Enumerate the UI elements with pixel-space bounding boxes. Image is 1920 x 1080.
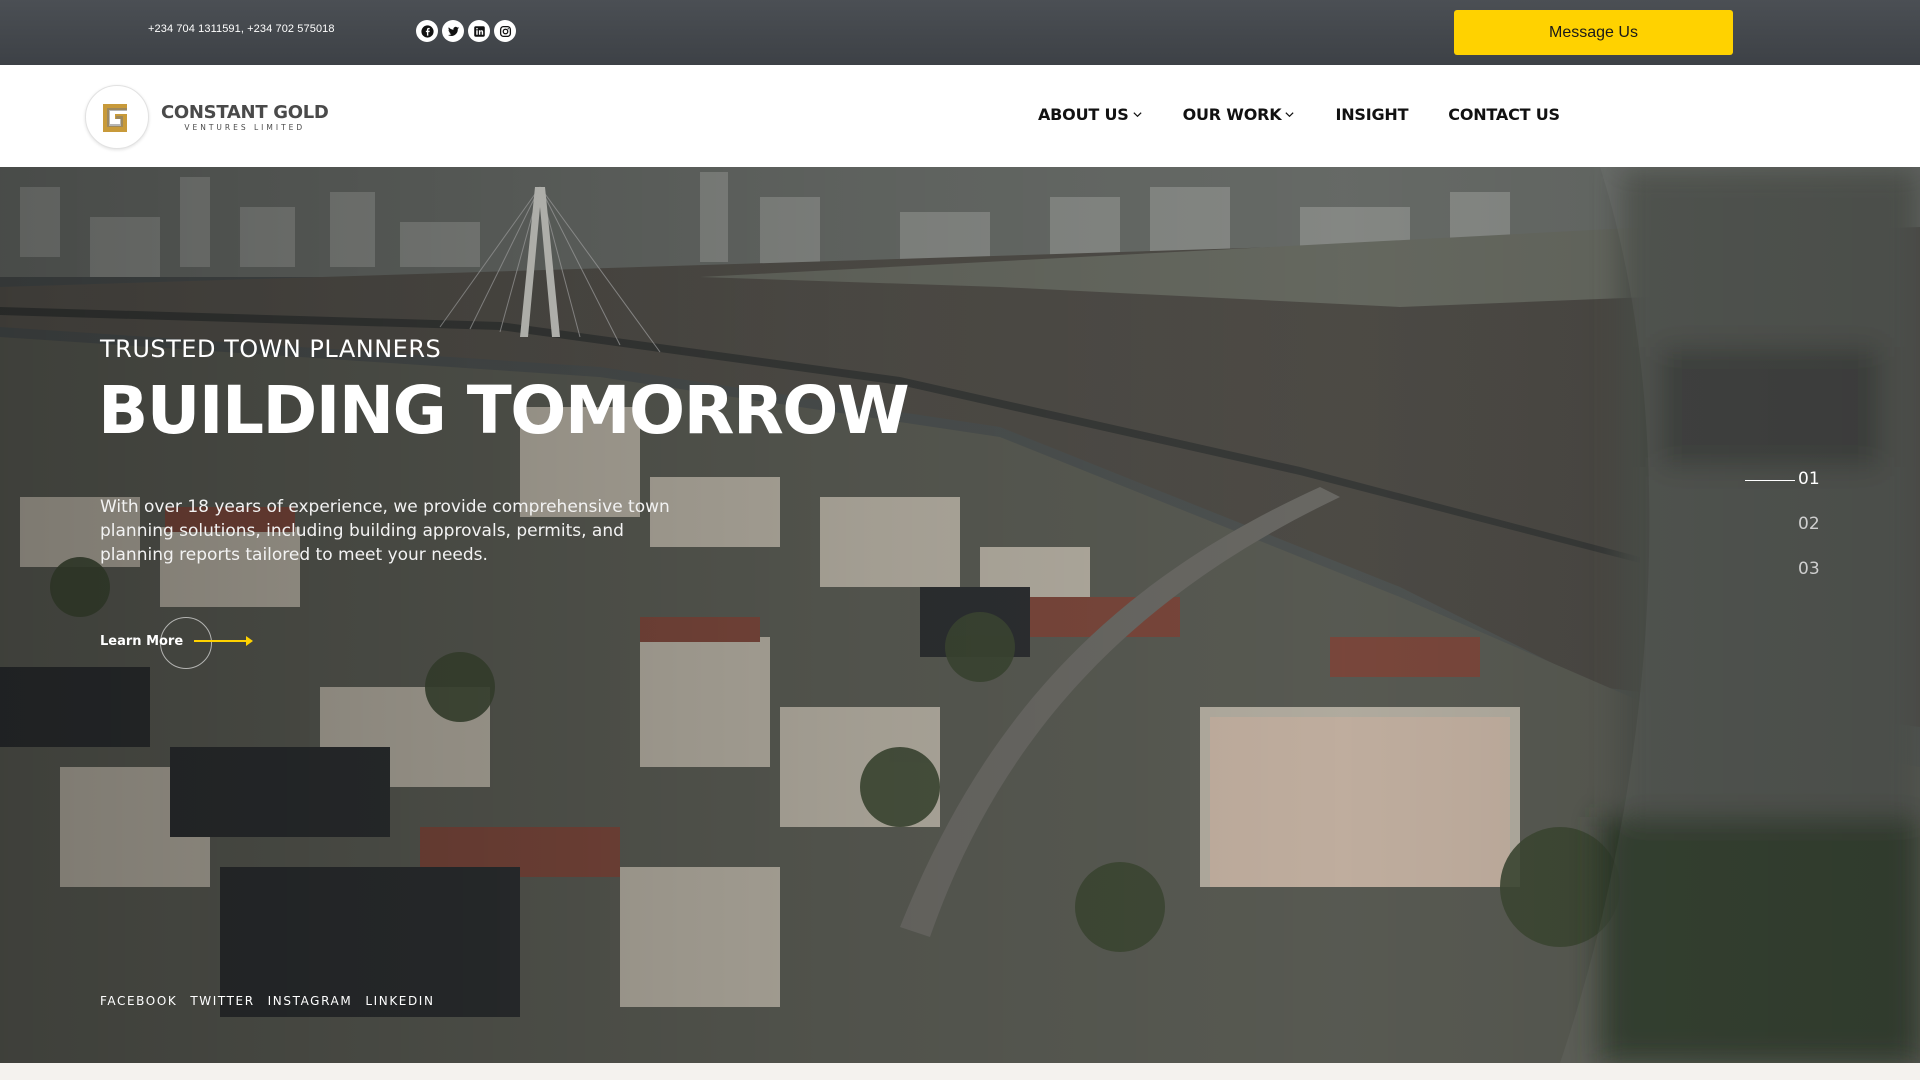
social-link-twitter[interactable]: TWITTER [190, 994, 254, 1008]
twitter-icon[interactable] [442, 20, 464, 42]
phone-numbers: +234 704 1311591, +234 702 575018 [148, 23, 335, 35]
hero-overlay [0, 167, 1920, 1063]
facebook-icon[interactable] [416, 20, 438, 42]
hero-description: With over 18 years of experience, we pro… [100, 497, 670, 565]
nav-item-label: CONTACT US [1448, 105, 1560, 124]
brand-logo[interactable]: CONSTANT GOLD VENTURES LIMITED [85, 85, 329, 149]
social-link-instagram[interactable]: INSTAGRAM [268, 994, 353, 1008]
chevron-down-icon [1132, 112, 1142, 118]
hero-social-links: FACEBOOK TWITTER INSTAGRAM LINKEDIN [100, 994, 448, 1008]
learn-more-button[interactable]: Learn More [100, 617, 260, 669]
main-navbar: CONSTANT GOLD VENTURES LIMITED ABOUT US … [0, 65, 1920, 167]
instagram-icon[interactable] [494, 20, 516, 42]
nav-item-contact-us[interactable]: CONTACT US [1448, 105, 1560, 124]
social-link-linkedin[interactable]: LINKEDIN [365, 994, 434, 1008]
slide-number-03[interactable]: 03 [1798, 559, 1820, 579]
nav-item-label: ABOUT US [1038, 105, 1129, 124]
hero-eyebrow: TRUSTED TOWN PLANNERS [100, 335, 442, 363]
brand-name: CONSTANT GOLD [161, 101, 329, 123]
page-bottom-strip [0, 1063, 1920, 1080]
logo-emblem-icon [85, 85, 149, 149]
top-social-icons [416, 20, 516, 42]
chevron-down-icon [1285, 112, 1295, 118]
nav-item-label: OUR WORK [1182, 105, 1282, 124]
slide-number-01[interactable]: 01 [1798, 469, 1820, 489]
arrow-right-icon [194, 636, 253, 646]
nav-menu: ABOUT US OUR WORK INSIGHT CONTACT US [1038, 105, 1560, 124]
message-us-button[interactable]: Message Us [1454, 10, 1733, 55]
hero-section: TRUSTED TOWN PLANNERS BUILDING TOMORROW … [0, 167, 1920, 1063]
nav-item-insight[interactable]: INSIGHT [1335, 105, 1408, 124]
nav-item-label: INSIGHT [1335, 105, 1409, 124]
nav-item-our-work[interactable]: OUR WORK [1183, 105, 1296, 124]
active-slide-indicator [1745, 480, 1795, 481]
hero-title: BUILDING TOMORROW [98, 372, 910, 449]
slide-number-02[interactable]: 02 [1798, 514, 1820, 534]
social-link-facebook[interactable]: FACEBOOK [100, 994, 177, 1008]
brand-tagline: VENTURES LIMITED [184, 122, 306, 132]
top-utility-bar: +234 704 1311591, +234 702 575018 Messag… [0, 0, 1920, 65]
linkedin-icon[interactable] [468, 20, 490, 42]
nav-item-about-us[interactable]: ABOUT US [1038, 105, 1143, 124]
